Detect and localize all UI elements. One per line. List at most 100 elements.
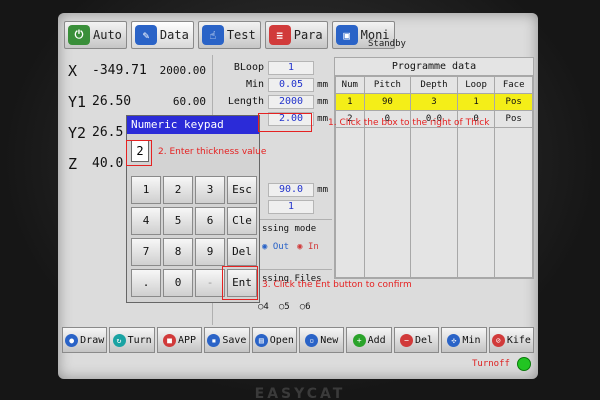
turn-button[interactable]: ↻ Turn [109, 327, 155, 353]
col-header: Num [335, 76, 365, 94]
tab-para[interactable]: ≡ Para [264, 21, 328, 49]
min-button[interactable]: ✣ Min [441, 327, 487, 353]
add-button[interactable]: + Add [346, 327, 392, 353]
axis-setpoint: 60.00 [172, 95, 206, 108]
app-button[interactable]: ■ APP [156, 327, 203, 353]
processing-files-group: ssing Files ○4 ○5 ○6 [258, 269, 332, 325]
lower-field-1[interactable]: 90.0 [268, 182, 314, 197]
auto-icon: ⏻ [68, 25, 90, 45]
knife-button[interactable]: ⊘ Kife [488, 327, 535, 353]
param-unit: mm [317, 184, 328, 195]
hmi-screen: ⏻ Auto ✎ Data ☝ Test ≡ Para ▣ Moni Stand… [58, 13, 538, 379]
axis-row-y1: Y1 26.50 60.00 [62, 86, 212, 117]
tab-label: Auto [93, 28, 122, 42]
key-minus[interactable]: - [195, 269, 225, 297]
axis-name: Y2 [68, 123, 87, 142]
highlight-box-entry [126, 140, 152, 166]
param-lower-1: 90.0 mm [268, 181, 332, 198]
table-row[interactable]: 1 90 3 1 Pos [335, 93, 533, 111]
radio-icon: ◉ [262, 242, 268, 252]
key-3[interactable]: 3 [195, 176, 225, 204]
axis-name: Y1 [68, 92, 87, 111]
pencil-icon: ✎ [134, 25, 157, 45]
col-header: Depth [410, 76, 458, 94]
highlight-box-enter [222, 266, 258, 300]
param-label: Min [245, 79, 264, 90]
key-clear[interactable]: Cle [227, 207, 257, 235]
save-icon: ▪ [207, 333, 221, 347]
radio-in[interactable]: ◉ In [297, 242, 319, 252]
key-1[interactable]: 1 [131, 176, 161, 204]
programme-title: Programme data [335, 58, 533, 76]
param-unit: mm [317, 113, 328, 124]
param-label: Length [227, 96, 264, 107]
param-min: Min 0.05 mm [218, 76, 332, 93]
turn-icon: ↻ [112, 333, 126, 347]
key-6[interactable]: 6 [195, 207, 225, 235]
axis-name: X [68, 61, 78, 80]
col-header: Loop [456, 76, 496, 94]
key-delete[interactable]: Del [227, 238, 257, 266]
tab-test[interactable]: ☝ Test [197, 21, 261, 49]
highlight-box-thick [258, 113, 312, 132]
key-4[interactable]: 4 [131, 207, 161, 235]
param-bloop: BLoop 1 [218, 59, 332, 76]
programme-table: Programme data Num Pitch Depth Loop Face… [334, 57, 534, 279]
draw-icon: ● [65, 333, 79, 347]
lower-params: 90.0 mm 1 [268, 181, 332, 215]
table-header: Num Pitch Depth Loop Face [335, 76, 533, 94]
save-button[interactable]: ▪ Save [204, 327, 250, 353]
status-text: Standby [368, 39, 406, 49]
key-dot[interactable]: . [131, 269, 161, 297]
key-7[interactable]: 7 [131, 238, 161, 266]
annotation-step-3: 3. Click the Ent button to confirm [262, 280, 412, 290]
radio-icon: ◉ [297, 242, 303, 252]
monitor-icon: ▣ [335, 25, 358, 45]
param-label: BLoop [233, 62, 264, 73]
col-header: Pitch [363, 76, 412, 94]
tab-label: Test [226, 28, 256, 42]
tab-label: Para [293, 28, 323, 42]
settings-icon: ≡ [268, 25, 291, 45]
table-empty-area [335, 127, 533, 278]
min-icon: ✣ [447, 333, 461, 347]
param-length: Length 2000 mm [218, 93, 332, 110]
lower-field-2[interactable]: 1 [268, 199, 314, 214]
new-button[interactable]: ▫ New [299, 327, 345, 353]
axis-setpoint: 2000.00 [159, 64, 206, 77]
radio-file-6[interactable]: ○6 [300, 302, 311, 312]
delete-button[interactable]: − Del [393, 327, 440, 353]
power-led-icon [517, 357, 531, 371]
radio-out[interactable]: ◉ Out [262, 242, 289, 252]
annotation-step-2: 2. Enter thickness value [158, 147, 267, 157]
col-header: Face [494, 76, 533, 94]
length-field[interactable]: 2000 [268, 94, 314, 109]
keypad-title: Numeric keypad [127, 116, 259, 134]
open-button[interactable]: ▤ Open [251, 327, 298, 353]
processing-mode-label: ssing mode [262, 224, 317, 234]
key-5[interactable]: 5 [163, 207, 193, 235]
open-icon: ▤ [254, 333, 268, 347]
new-icon: ▫ [305, 333, 319, 347]
add-icon: + [352, 333, 366, 347]
key-9[interactable]: 9 [195, 238, 225, 266]
axis-row-x: X -349.71 2000.00 [62, 55, 212, 86]
bloop-field[interactable]: 1 [268, 60, 314, 75]
draw-button[interactable]: ● Draw [62, 327, 108, 353]
key-8[interactable]: 8 [163, 238, 193, 266]
min-field[interactable]: 0.05 [268, 77, 314, 92]
tab-data[interactable]: ✎ Data [130, 21, 194, 49]
key-2[interactable]: 2 [163, 176, 193, 204]
axis-value: 26.50 [92, 94, 132, 109]
radio-file-4[interactable]: ○4 [258, 302, 269, 312]
axis-name: Z [68, 154, 78, 173]
bottom-toolbar: ● Draw ↻ Turn ■ APP ▪ Save ▤ Open ▫ New + Add −… [62, 327, 535, 353]
app-icon: ■ [162, 333, 176, 347]
param-unit: mm [317, 79, 328, 90]
processing-mode-group: ssing mode ◉ Out ◉ In [258, 219, 332, 269]
key-0[interactable]: 0 [163, 269, 193, 297]
radio-file-5[interactable]: ○5 [279, 302, 290, 312]
tab-auto[interactable]: ⏻ Auto [64, 21, 127, 49]
delete-icon: − [400, 333, 414, 347]
key-esc[interactable]: Esc [227, 176, 257, 204]
